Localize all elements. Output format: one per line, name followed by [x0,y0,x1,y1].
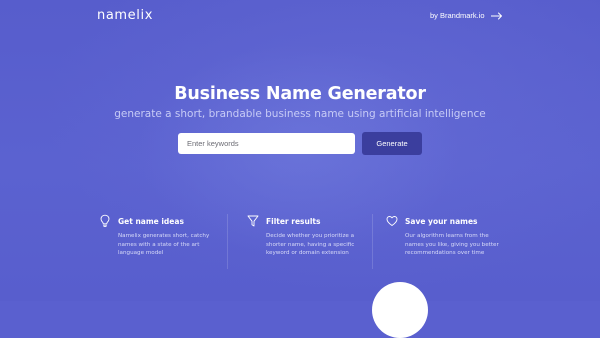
scroll-circle [372,282,428,338]
brandmark-link-label: by Brandmark.io [430,11,485,20]
generate-button[interactable]: Generate [362,132,422,155]
arrow-right-icon [490,12,502,19]
divider [372,214,373,269]
feature-description: Decide whether you prioritize a shorter … [266,233,355,257]
feature-title: Get name ideas [118,217,184,226]
page-title: Business Name Generator [174,84,426,104]
feature-description: Our algorithm learns from the names you … [405,233,499,257]
brandmark-link[interactable]: by Brandmark.io [430,11,503,20]
lightbulb-icon [100,214,110,228]
keywords-input[interactable] [178,133,355,154]
feature-description: Namelix generates short, catchy names wi… [118,233,210,257]
logo[interactable]: namelix [97,8,153,23]
filter-icon [247,215,259,227]
feature-title: Filter results [266,217,321,226]
heart-icon [386,216,398,226]
page-subtitle: generate a short, brandable business nam… [114,108,486,120]
feature-title: Save your names [405,217,478,226]
divider [227,214,228,269]
